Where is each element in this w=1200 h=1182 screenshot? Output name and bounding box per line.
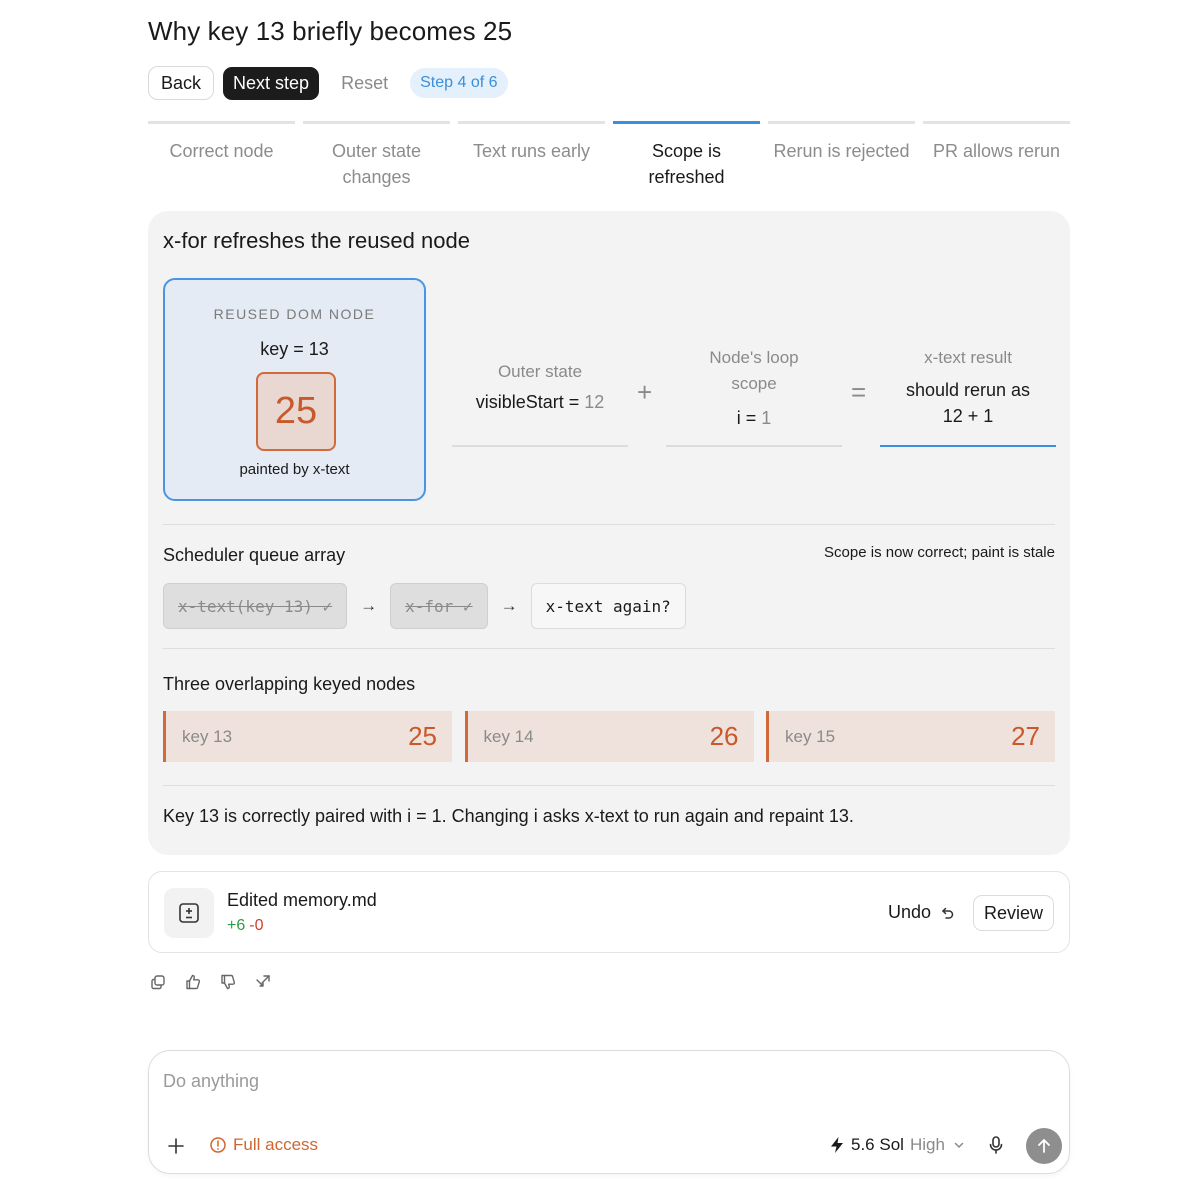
page-title: Why key 13 briefly becomes 25 bbox=[148, 16, 513, 46]
queue-item-xfor: x-for ✓ bbox=[390, 583, 488, 629]
undo-button[interactable]: Undo bbox=[888, 902, 955, 923]
warning-circle-icon bbox=[210, 1137, 226, 1153]
tab-correct-node[interactable]: Correct node bbox=[148, 121, 295, 190]
share-icon[interactable] bbox=[253, 972, 273, 992]
undo-icon bbox=[941, 907, 954, 919]
lightning-icon bbox=[831, 1137, 843, 1153]
queue-arrow: → bbox=[500, 596, 518, 615]
scheduler-queue: x-text(key 13) ✓ → x-for ✓ → x-text agai… bbox=[163, 583, 686, 629]
thumbs-up-icon[interactable] bbox=[183, 972, 203, 992]
lines-added: +6 bbox=[227, 917, 246, 934]
divider bbox=[163, 524, 1055, 525]
next-step-button[interactable]: Next step bbox=[223, 66, 320, 100]
arrow-up-icon bbox=[1038, 1139, 1050, 1153]
keyed-node-15: key 15 27 bbox=[766, 711, 1055, 762]
plus-operator: + bbox=[637, 377, 653, 407]
composer-input[interactable] bbox=[163, 1071, 1043, 1092]
reused-dom-node-card: REUSED DOM NODE key = 13 25 painted by x… bbox=[163, 278, 426, 501]
back-button[interactable]: Back bbox=[148, 66, 215, 100]
model-selector[interactable]: 5.6 Sol High bbox=[829, 1135, 971, 1155]
node-painted-by: painted by x-text bbox=[239, 461, 350, 478]
xtext-result-value: should rerun as 12 + 1 bbox=[905, 380, 1031, 426]
step-summary: Key 13 is correctly paired with i = 1. C… bbox=[163, 806, 854, 826]
xtext-result-column: x-text result should rerun as 12 + 1 bbox=[880, 345, 1056, 447]
step-panel: x-for refreshes the reused node REUSED D… bbox=[148, 211, 1070, 855]
message-actions bbox=[148, 972, 288, 992]
loop-scope-underline bbox=[666, 445, 842, 447]
equals-operator: = bbox=[851, 377, 867, 407]
full-access-button[interactable]: Full access bbox=[209, 1135, 318, 1155]
divider bbox=[163, 785, 1055, 786]
node-key: key = 13 bbox=[260, 339, 329, 359]
keyed-node-key: key 13 bbox=[182, 726, 233, 746]
loop-scope-column: Node's loop scope i = 1 bbox=[666, 345, 842, 447]
queue-item-xtext-again: x-text again? bbox=[530, 583, 686, 629]
node-painted-value: 25 bbox=[256, 372, 336, 451]
review-button[interactable]: Review bbox=[972, 895, 1054, 931]
thumbs-down-icon[interactable] bbox=[218, 972, 238, 992]
keyed-node-key: key 14 bbox=[483, 726, 534, 746]
step-tabs: Correct node Outer state changes Text ru… bbox=[148, 121, 1070, 190]
divider bbox=[163, 648, 1055, 649]
lines-removed: -0 bbox=[249, 917, 264, 934]
diff-stats: +6 -0 bbox=[227, 917, 263, 935]
xtext-result-label: x-text result bbox=[924, 348, 1012, 367]
keyed-node-value: 27 bbox=[1011, 721, 1040, 751]
panel-title: x-for refreshes the reused node bbox=[163, 228, 470, 253]
copy-icon[interactable] bbox=[148, 972, 168, 992]
add-attachment-button[interactable] bbox=[165, 1135, 187, 1157]
outer-state-label: Outer state bbox=[497, 362, 583, 381]
composer: Full access 5.6 Sol High bbox=[148, 1050, 1070, 1174]
tab-rerun-is-rejected[interactable]: Rerun is rejected bbox=[768, 121, 915, 190]
keyed-node-13: key 13 25 bbox=[163, 711, 452, 762]
tab-text-runs-early[interactable]: Text runs early bbox=[458, 121, 605, 190]
node-caption: REUSED DOM NODE bbox=[213, 306, 376, 322]
queue-item-xtext-key13: x-text(key 13) ✓ bbox=[163, 583, 348, 629]
keyed-node-value: 26 bbox=[709, 721, 739, 751]
send-button[interactable] bbox=[1026, 1128, 1062, 1164]
loop-scope-label: Node's loop scope bbox=[709, 348, 799, 393]
microphone-icon bbox=[989, 1136, 1003, 1154]
scheduler-label: Scheduler queue array bbox=[163, 545, 346, 565]
undo-label: Undo bbox=[888, 902, 932, 922]
model-name: 5.6 Sol bbox=[851, 1135, 904, 1154]
tab-scope-is-refreshed[interactable]: Scope is refreshed bbox=[613, 121, 760, 190]
scope-status-note: Scope is now correct; paint is stale bbox=[824, 544, 1055, 561]
step-controls: Back Next step Reset Step 4 of 6 bbox=[148, 66, 508, 100]
queue-arrow: → bbox=[360, 596, 378, 615]
outer-state-underline bbox=[452, 445, 628, 447]
keyed-nodes-label: Three overlapping keyed nodes bbox=[163, 674, 416, 694]
plus-icon bbox=[168, 1138, 184, 1154]
tab-outer-state-changes[interactable]: Outer state changes bbox=[303, 121, 450, 190]
outer-state-value: visibleStart = 12 bbox=[475, 392, 605, 412]
keyed-node-14: key 14 26 bbox=[464, 711, 754, 762]
xtext-result-underline bbox=[880, 445, 1056, 447]
step-indicator-badge: Step 4 of 6 bbox=[410, 68, 508, 98]
loop-scope-value: i = 1 bbox=[736, 408, 772, 428]
file-edit-card: Edited memory.md +6 -0 Undo Review bbox=[148, 871, 1070, 953]
microphone-button[interactable] bbox=[987, 1135, 1005, 1160]
reset-button[interactable]: Reset bbox=[341, 73, 388, 94]
keyed-node-key: key 15 bbox=[785, 726, 836, 746]
diff-file-icon bbox=[164, 888, 214, 938]
model-effort: High bbox=[909, 1135, 945, 1154]
chevron-down-icon bbox=[954, 1142, 964, 1149]
tab-pr-allows-rerun[interactable]: PR allows rerun bbox=[923, 121, 1070, 190]
full-access-label: Full access bbox=[233, 1135, 319, 1154]
outer-state-column: Outer state visibleStart = 12 bbox=[452, 359, 628, 447]
edited-file-name[interactable]: Edited memory.md bbox=[227, 890, 377, 911]
keyed-nodes-row: key 13 25 key 14 26 key 15 27 bbox=[163, 711, 1055, 762]
keyed-node-value: 25 bbox=[408, 721, 437, 751]
